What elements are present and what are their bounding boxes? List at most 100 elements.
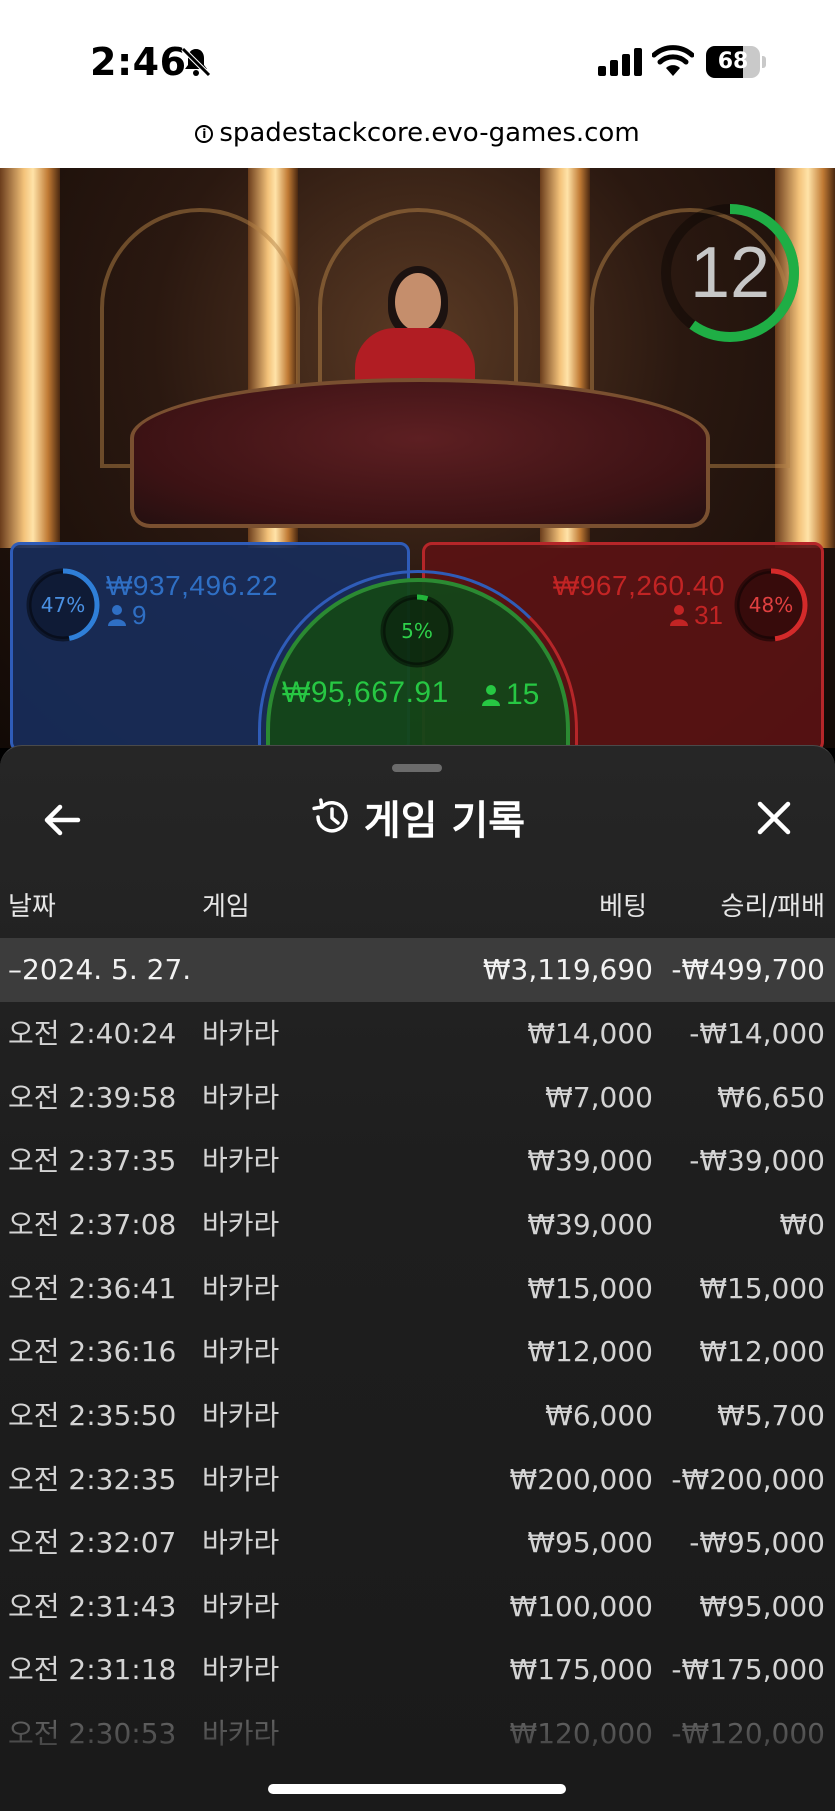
info-icon[interactable]: i (195, 124, 214, 143)
person-icon (482, 685, 500, 706)
row-time: 오전 2:37:08 (8, 1208, 177, 1241)
row-game: 바카라 (202, 1081, 280, 1114)
row-time: 오전 2:31:18 (8, 1653, 177, 1686)
row-result: ₩0 (779, 1208, 826, 1241)
history-row[interactable]: 오전 2:32:07 바카라 ₩95,000 -₩95,000 (0, 1511, 835, 1575)
player-count: 9 (108, 600, 146, 631)
history-row[interactable]: 오전 2:40:24 바카라 ₩14,000 -₩14,000 (0, 1002, 835, 1066)
address-bar[interactable]: i spadestackcore.evo-games.com (0, 118, 835, 148)
date-group-result-total: -₩499,700 (671, 953, 825, 986)
game-history-sheet: 게임 기록 날짜 게임 베팅 승리/패배 –2024. 5. 27. ₩3,11… (0, 745, 835, 1811)
row-game: 바카라 (202, 1653, 280, 1686)
row-game: 바카라 (202, 1272, 280, 1305)
history-row[interactable]: 오전 2:39:58 바카라 ₩7,000 ₩6,650 (0, 1066, 835, 1130)
banker-percent: 48% (748, 593, 794, 617)
row-result: -₩14,000 (689, 1017, 825, 1050)
column-header-result: 승리/패배 (720, 892, 825, 922)
row-bet: ₩120,000 (509, 1717, 653, 1750)
cellular-signal-icon (598, 48, 642, 76)
date-group-row[interactable]: –2024. 5. 27. ₩3,119,690 -₩499,700 (0, 938, 835, 1002)
row-result: -₩95,000 (689, 1526, 825, 1559)
status-time: 2:46 (90, 40, 187, 84)
row-game: 바카라 (202, 1463, 280, 1496)
url-text: spadestackcore.evo-games.com (219, 118, 640, 148)
row-time: 오전 2:32:35 (8, 1463, 177, 1496)
row-game: 바카라 (202, 1399, 280, 1432)
row-bet: ₩7,000 (545, 1081, 653, 1114)
banker-amount: ₩967,260.40 (552, 570, 725, 601)
row-time: 오전 2:36:16 (8, 1335, 177, 1368)
status-bar: 2:46 68 i spadestackcore.evo-games.com (0, 0, 835, 168)
person-icon (108, 605, 126, 626)
row-time: 오전 2:35:50 (8, 1399, 177, 1432)
home-indicator[interactable] (268, 1784, 566, 1794)
row-bet: ₩200,000 (509, 1463, 653, 1496)
history-row[interactable]: 오전 2:36:16 바카라 ₩12,000 ₩12,000 (0, 1320, 835, 1384)
close-icon[interactable] (752, 796, 796, 840)
row-bet: ₩12,000 (527, 1335, 653, 1368)
tie-percent: 5% (401, 619, 433, 643)
countdown-timer: 12 (689, 233, 771, 313)
date-group-label: –2024. 5. 27. (8, 953, 192, 986)
row-bet: ₩100,000 (509, 1590, 653, 1623)
history-row[interactable]: 오전 2:37:08 바카라 ₩39,000 ₩0 (0, 1193, 835, 1257)
decor-pillar (0, 168, 60, 548)
history-row[interactable]: 오전 2:31:43 바카라 ₩100,000 ₩95,000 (0, 1575, 835, 1639)
wifi-icon (652, 45, 694, 76)
row-game: 바카라 (202, 1208, 280, 1241)
player-amount: ₩937,496.22 (106, 570, 279, 601)
history-row[interactable]: 오전 2:36:41 바카라 ₩15,000 ₩15,000 (0, 1257, 835, 1321)
row-time: 오전 2:39:58 (8, 1081, 177, 1114)
baccarat-table (130, 378, 710, 528)
row-result: ₩5,700 (717, 1399, 825, 1432)
row-result: ₩12,000 (699, 1335, 825, 1368)
row-time: 오전 2:30:53 (8, 1717, 177, 1750)
row-bet: ₩6,000 (545, 1399, 653, 1432)
history-row[interactable]: 오전 2:35:50 바카라 ₩6,000 ₩5,700 (0, 1384, 835, 1448)
row-time: 오전 2:36:41 (8, 1272, 177, 1305)
row-result: -₩120,000 (671, 1717, 825, 1750)
column-header-date: 날짜 (8, 892, 56, 922)
date-group-bet-total: ₩3,119,690 (482, 953, 653, 986)
banker-count: 31 (670, 600, 723, 631)
row-result: ₩95,000 (699, 1590, 825, 1623)
sheet-drag-handle[interactable] (392, 764, 442, 772)
row-result: ₩6,650 (717, 1081, 825, 1114)
row-time: 오전 2:40:24 (8, 1017, 177, 1050)
row-bet: ₩15,000 (527, 1272, 653, 1305)
row-bet: ₩175,000 (509, 1653, 653, 1686)
history-row[interactable]: 오전 2:32:35 바카라 ₩200,000 -₩200,000 (0, 1448, 835, 1512)
row-game: 바카라 (202, 1017, 280, 1050)
row-bet: ₩95,000 (527, 1526, 653, 1559)
tie-count: 15 (482, 678, 539, 712)
person-icon (670, 605, 689, 626)
battery-percent: 68 (717, 49, 749, 74)
column-header-game: 게임 (202, 892, 250, 922)
row-bet: ₩39,000 (527, 1208, 653, 1241)
row-game: 바카라 (202, 1590, 280, 1623)
row-time: 오전 2:37:35 (8, 1144, 177, 1177)
history-row[interactable]: 오전 2:30:53 바카라 ₩120,000 -₩120,000 (0, 1702, 835, 1766)
column-header-bet: 베팅 (599, 892, 647, 922)
row-time: 오전 2:32:07 (8, 1526, 177, 1559)
player-percent: 47% (40, 593, 86, 617)
row-game: 바카라 (202, 1717, 280, 1750)
sheet-header: 게임 기록 (0, 788, 835, 848)
dealer-face (395, 273, 441, 331)
row-game: 바카라 (202, 1526, 280, 1559)
tie-amount: ₩95,667.91 (282, 676, 449, 709)
bell-slash-icon (181, 47, 211, 77)
row-game: 바카라 (202, 1144, 280, 1177)
row-game: 바카라 (202, 1335, 280, 1368)
row-result: -₩175,000 (671, 1653, 825, 1686)
history-row[interactable]: 오전 2:31:18 바카라 ₩175,000 -₩175,000 (0, 1638, 835, 1702)
row-bet: ₩39,000 (527, 1144, 653, 1177)
row-bet: ₩14,000 (527, 1017, 653, 1050)
sheet-title: 게임 기록 (363, 798, 526, 844)
history-row[interactable]: 오전 2:37:35 바카라 ₩39,000 -₩39,000 (0, 1129, 835, 1193)
row-result: -₩200,000 (671, 1463, 825, 1496)
row-result: -₩39,000 (689, 1144, 825, 1177)
history-icon (312, 798, 348, 833)
battery-icon: 68 (706, 46, 766, 78)
row-result: ₩15,000 (699, 1272, 825, 1305)
